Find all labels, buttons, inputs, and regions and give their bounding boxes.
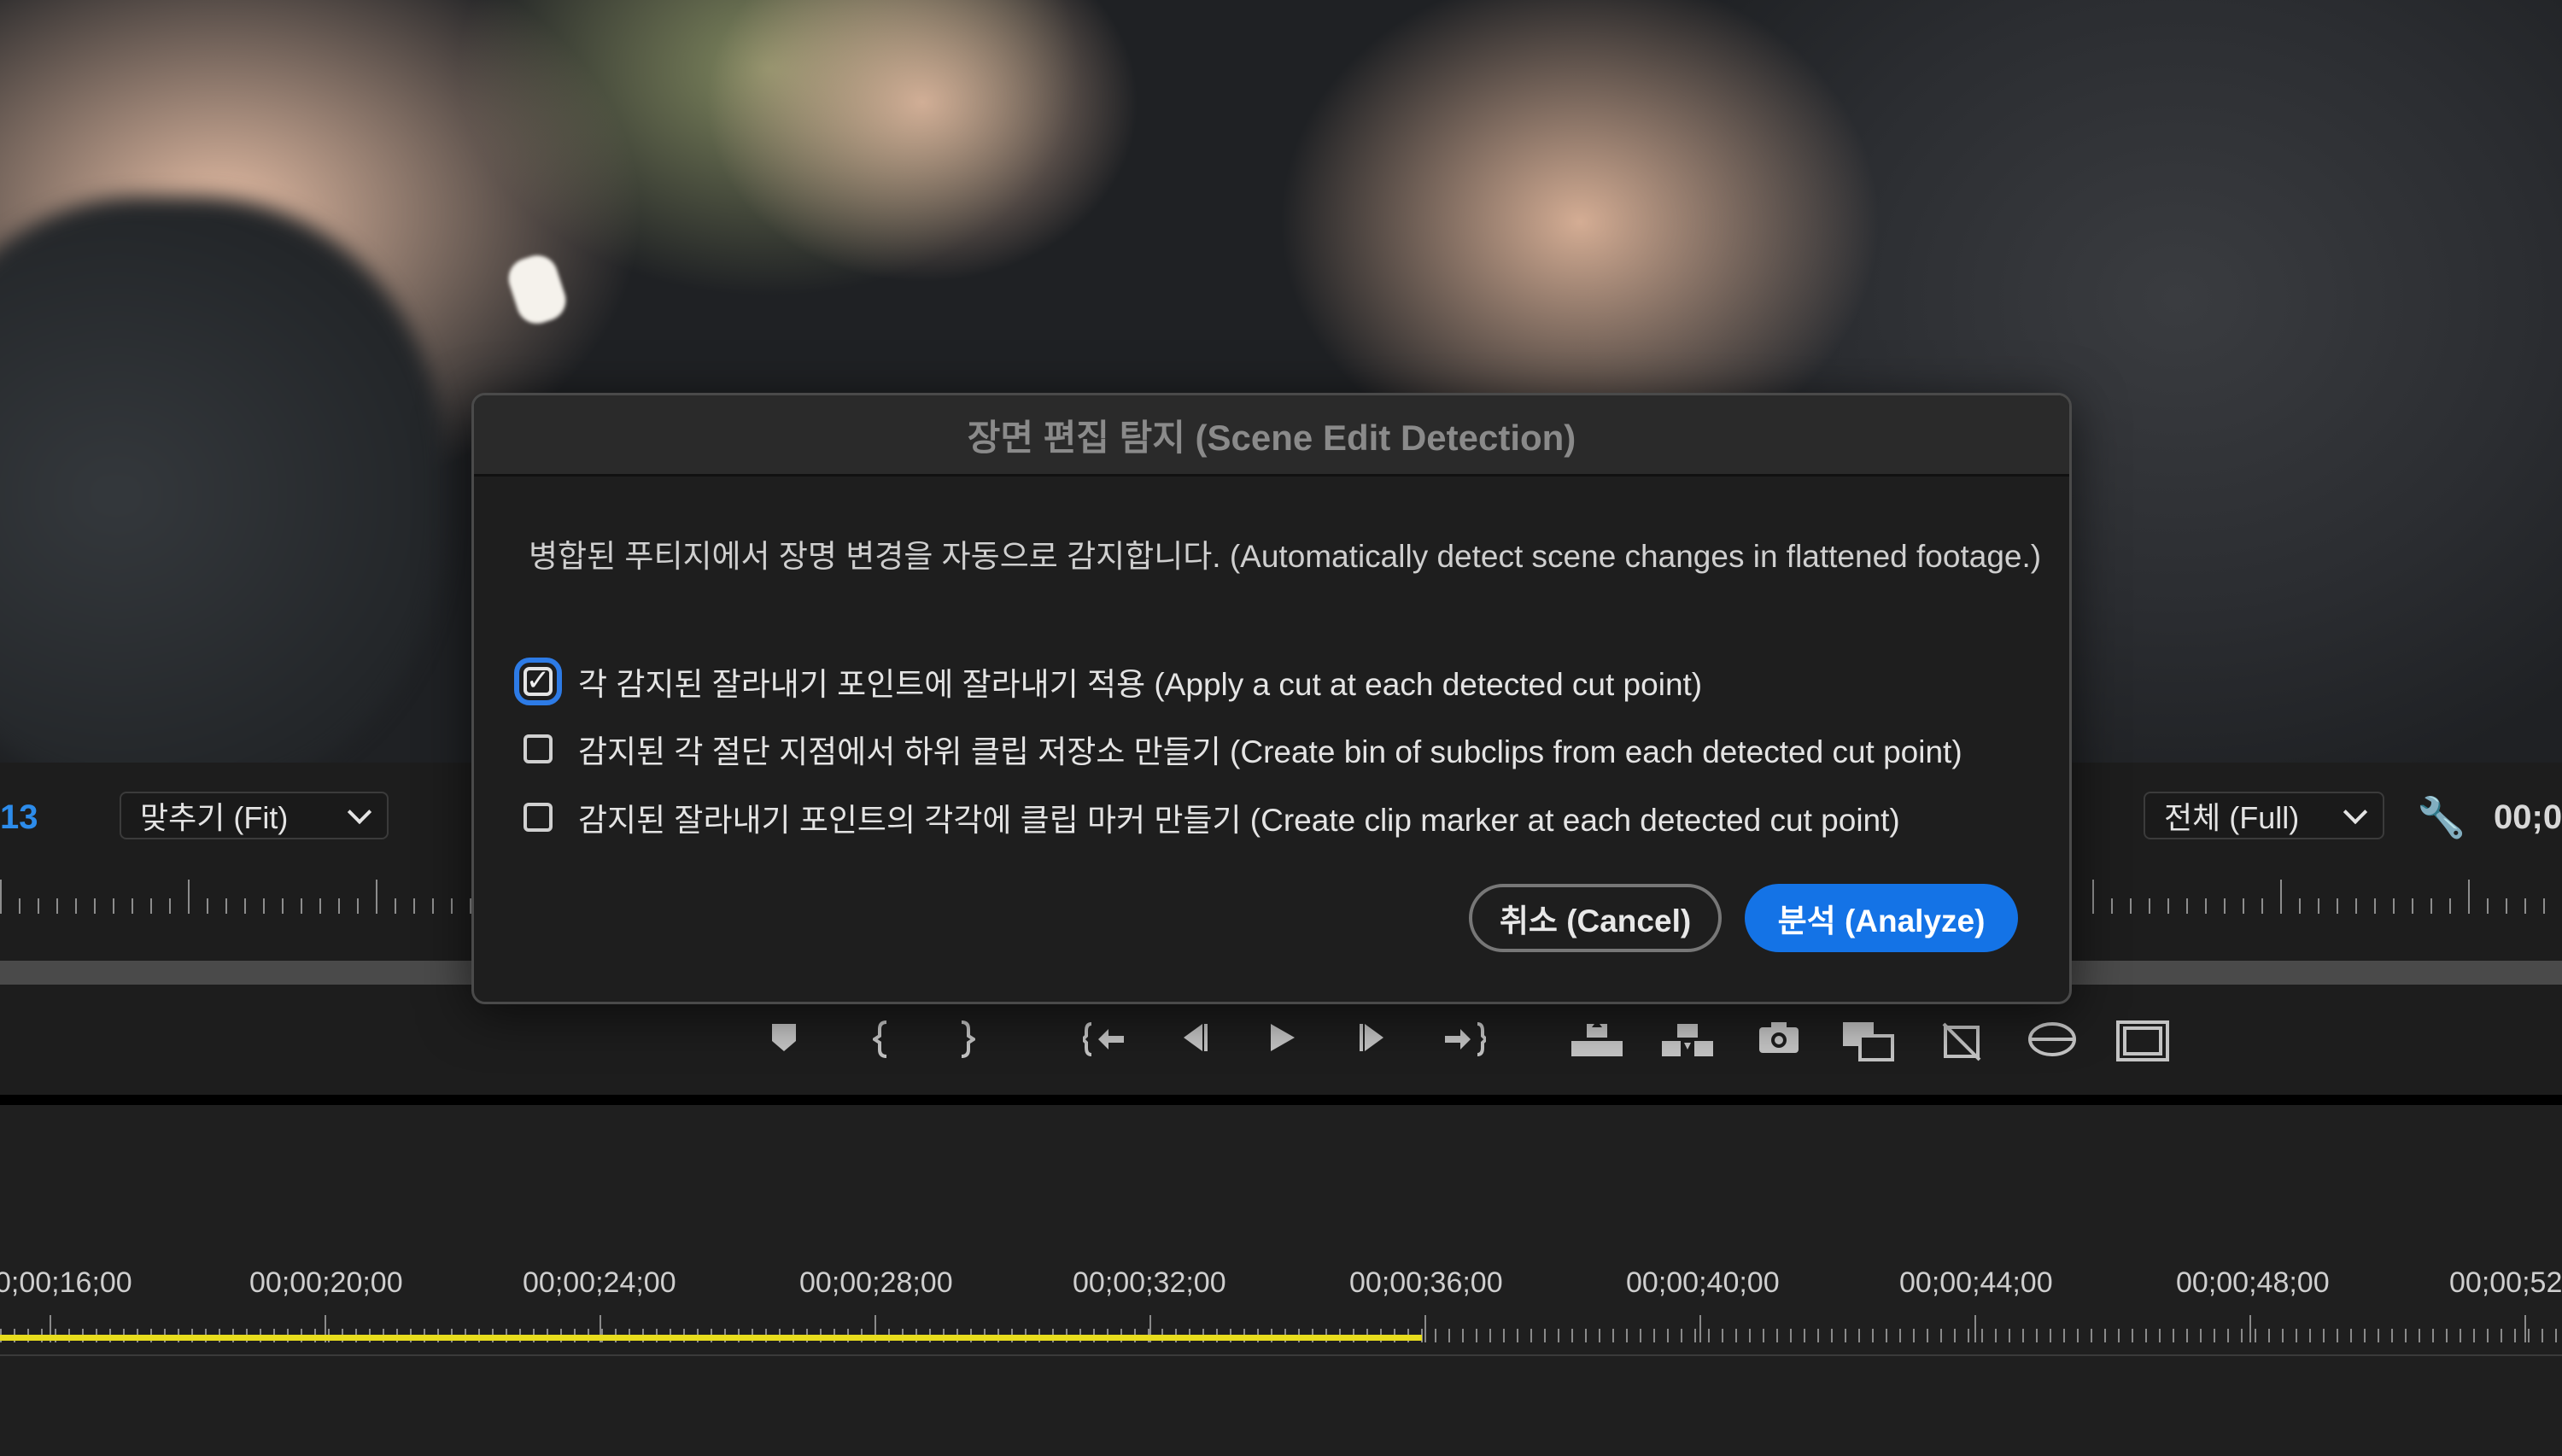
create-bin-label: 감지된 각 절단 지점에서 하위 클립 저장소 만들기 (Create bin … [578, 734, 1962, 769]
monitor-ruler-right[interactable] [2092, 880, 2562, 914]
checkmark-icon: ✓ [525, 664, 551, 697]
lift-icon[interactable] [1570, 1020, 1624, 1067]
toggle-proxies-icon[interactable] [1940, 1020, 1983, 1072]
go-to-out-icon[interactable] [1443, 1020, 1489, 1067]
playback-resolution-value: 전체 (Full) [2164, 800, 2300, 835]
chevron-down-icon [347, 799, 372, 825]
apply-cut-checkbox[interactable]: ✓ [514, 658, 562, 705]
step-back-icon[interactable] [1177, 1020, 1211, 1063]
timeline-time-label: 00;00;28;00 [799, 1266, 953, 1299]
wrench-icon[interactable]: 🔧 [2417, 794, 2465, 841]
safe-margins-icon[interactable] [2116, 1020, 2169, 1070]
vr-video-icon[interactable] [2027, 1020, 2077, 1067]
duration-timecode: 00;0 [2494, 798, 2562, 836]
timeline-time-label: 00;00;40;00 [1626, 1266, 1780, 1299]
mark-out-icon[interactable] [955, 1020, 977, 1067]
timeline-time-label: 00;00;20;00 [249, 1266, 403, 1299]
chevron-down-icon [2343, 799, 2368, 825]
clip-marker-checkbox[interactable] [524, 803, 553, 832]
create-bin-checkbox[interactable] [524, 734, 553, 763]
cancel-button[interactable]: 취소 (Cancel) [1469, 884, 1722, 952]
timeline-time-label: 00;00;52 [2449, 1266, 2562, 1299]
zoom-level-value: 맞추기 (Fit) [140, 800, 289, 835]
comparison-view-icon[interactable] [1841, 1020, 1896, 1072]
timeline-time-label: 00;00;32;00 [1073, 1266, 1226, 1299]
option-create-bin[interactable]: 감지된 각 절단 지점에서 하위 클립 저장소 만들기 (Create bin … [524, 726, 1962, 772]
scene-edit-detection-dialog: 장면 편집 탐지 (Scene Edit Detection) 병합된 푸티지에… [471, 393, 2072, 1004]
timeline-time-label: 00;00;44;00 [1899, 1266, 2053, 1299]
timeline-time-label: 0;00;16;00 [0, 1266, 132, 1299]
dialog-description: 병합된 푸티지에서 장명 변경을 자동으로 감지합니다. (Automatica… [529, 539, 2042, 574]
play-icon[interactable] [1267, 1020, 1298, 1063]
timeline-divider [0, 1354, 2562, 1356]
playback-resolution-dropdown[interactable]: 전체 (Full) [2144, 792, 2384, 839]
playhead-timecode[interactable]: 13 [0, 798, 38, 837]
panel-divider[interactable] [0, 1095, 2562, 1105]
extract-icon[interactable] [1660, 1020, 1715, 1067]
timeline-time-label: 00;00;24;00 [523, 1266, 676, 1299]
video-ring [503, 249, 571, 330]
option-apply-cut[interactable]: ✓ 각 감지된 잘라내기 포인트에 잘라내기 적용 (Apply a cut a… [514, 658, 1703, 705]
clip-marker-label: 감지된 잘라내기 포인트의 각각에 클립 마커 만들기 (Create clip… [578, 803, 1900, 838]
zoom-level-dropdown[interactable]: 맞추기 (Fit) [120, 792, 389, 839]
timeline-work-area-bar[interactable] [0, 1335, 1422, 1341]
step-forward-icon[interactable] [1356, 1020, 1390, 1063]
mark-in-icon[interactable] [871, 1020, 893, 1067]
analyze-button[interactable]: 분석 (Analyze) [1745, 884, 2018, 952]
dialog-title: 장면 편집 탐지 (Scene Edit Detection) [474, 395, 2069, 477]
monitor-ruler-left[interactable] [0, 880, 478, 914]
add-marker-icon[interactable] [769, 1020, 799, 1063]
video-sleeve [0, 196, 444, 763]
option-clip-marker[interactable]: 감지된 잘라내기 포인트의 각각에 클립 마커 만들기 (Create clip… [524, 794, 1900, 840]
export-frame-icon[interactable] [1758, 1020, 1800, 1063]
apply-cut-label: 각 감지된 잘라내기 포인트에 잘라내기 적용 (Apply a cut at … [578, 667, 1703, 702]
go-to-in-icon[interactable] [1080, 1020, 1126, 1067]
timeline-time-label: 00;00;36;00 [1349, 1266, 1503, 1299]
timeline-time-label: 00;00;48;00 [2176, 1266, 2330, 1299]
